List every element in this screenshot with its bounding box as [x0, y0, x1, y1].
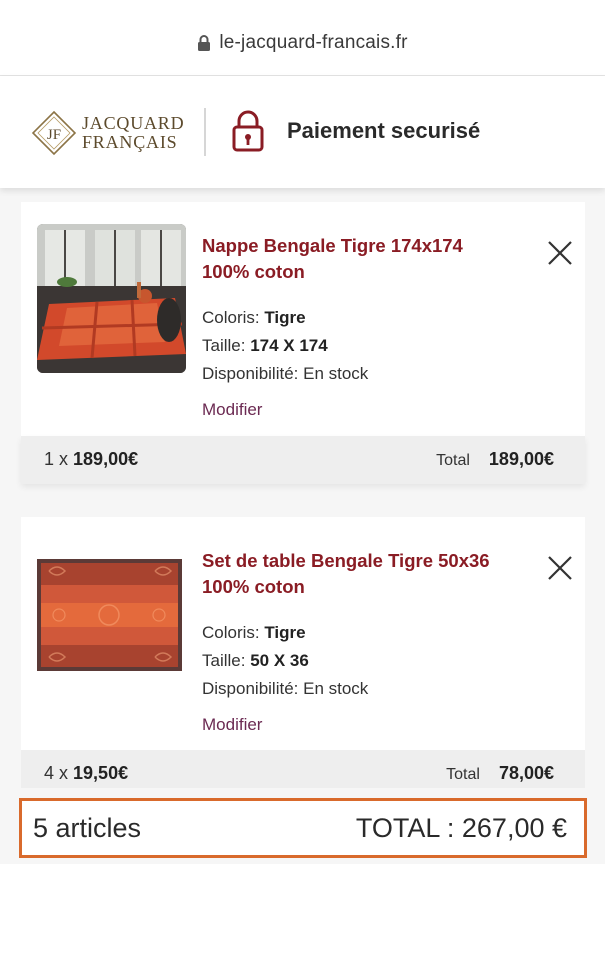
close-icon[interactable]	[547, 555, 573, 581]
jacquard-monogram-logo: JF	[31, 110, 77, 156]
lock-icon	[198, 34, 211, 51]
color-value: Tigre	[264, 623, 306, 642]
product-title-line-2: 100% coton	[202, 576, 305, 597]
quantity-label: 1 x	[44, 449, 69, 469]
unit-price: 19,50€	[73, 763, 129, 783]
jacquard-francais-logo[interactable]: JF JACQUARD FRANÇAIS	[31, 110, 184, 156]
line-total: Total 78,00€	[446, 763, 554, 784]
browser-address-bar[interactable]: le-jacquard-francais.fr	[0, 0, 605, 76]
availability-text: Disponibilité: En stock	[202, 679, 369, 698]
size-value: 174 X 174	[250, 336, 328, 355]
item-price-bar: 4 x 19,50€ Total 78,00€	[21, 750, 585, 788]
url-text: le-jacquard-francais.fr	[219, 31, 408, 53]
grand-total: TOTAL : 267,00 €	[355, 813, 567, 843]
availability-text: Disponibilité: En stock	[202, 364, 369, 383]
cart-item: Set de table Bengale Tigre 50x36 100% co…	[21, 517, 585, 750]
product-title-line-1: Nappe Bengale Tigre 174x174	[202, 235, 463, 256]
placemat-photo	[37, 559, 182, 671]
unit-price: 189,00€	[73, 449, 139, 469]
page-bottom	[0, 864, 605, 960]
article-count: 5 articles	[33, 813, 142, 843]
site-header: JF JACQUARD FRANÇAIS Paiement securisé	[0, 76, 605, 188]
close-icon[interactable]	[547, 240, 573, 266]
color-attribute: Coloris: Tigre	[202, 623, 306, 643]
product-title-line-2: 100% coton	[202, 261, 305, 282]
modify-link[interactable]: Modifier	[202, 715, 262, 735]
product-title[interactable]: Nappe Bengale Tigre 174x174 100% coton	[202, 233, 532, 285]
cart-content: Nappe Bengale Tigre 174x174 100% coton C…	[0, 188, 605, 960]
cart-item: Nappe Bengale Tigre 174x174 100% coton C…	[21, 202, 585, 436]
size-attribute: Taille: 174 X 174	[202, 336, 328, 356]
logo-line-1: JACQUARD	[82, 113, 185, 133]
cart-summary: 5 articles TOTAL : 267,00 €	[19, 798, 587, 858]
size-attribute: Taille: 50 X 36	[202, 651, 309, 671]
color-label: Coloris:	[202, 623, 260, 642]
quantity-price: 1 x 189,00€	[44, 449, 138, 470]
product-image[interactable]	[37, 559, 182, 671]
size-value: 50 X 36	[250, 651, 309, 670]
color-label: Coloris:	[202, 308, 260, 327]
header-divider	[204, 108, 206, 156]
product-image[interactable]	[37, 224, 186, 373]
padlock-icon	[232, 110, 264, 152]
logo-monogram: JF	[47, 127, 61, 143]
modify-link[interactable]: Modifier	[202, 400, 262, 420]
color-attribute: Coloris: Tigre	[202, 308, 306, 328]
logo-line-2: FRANÇAIS	[82, 132, 178, 152]
quantity-label: 4 x	[44, 763, 69, 783]
line-total: Total 189,00€	[436, 449, 554, 470]
color-value: Tigre	[264, 308, 306, 327]
total-value: 189,00€	[488, 449, 554, 469]
page-title: Paiement securisé	[287, 118, 481, 143]
quantity-price: 4 x 19,50€	[44, 763, 128, 784]
size-label: Taille:	[202, 336, 246, 355]
total-label: Total	[436, 452, 470, 469]
size-label: Taille:	[202, 651, 246, 670]
tablecloth-photo	[37, 224, 186, 373]
product-title[interactable]: Set de table Bengale Tigre 50x36 100% co…	[202, 548, 532, 600]
total-label: Total	[446, 766, 480, 783]
logo-wordmark: JACQUARD FRANÇAIS	[82, 114, 184, 152]
total-value: 78,00€	[498, 763, 554, 783]
item-price-bar: 1 x 189,00€ Total 189,00€	[21, 436, 585, 484]
product-title-line-1: Set de table Bengale Tigre 50x36	[202, 550, 490, 571]
